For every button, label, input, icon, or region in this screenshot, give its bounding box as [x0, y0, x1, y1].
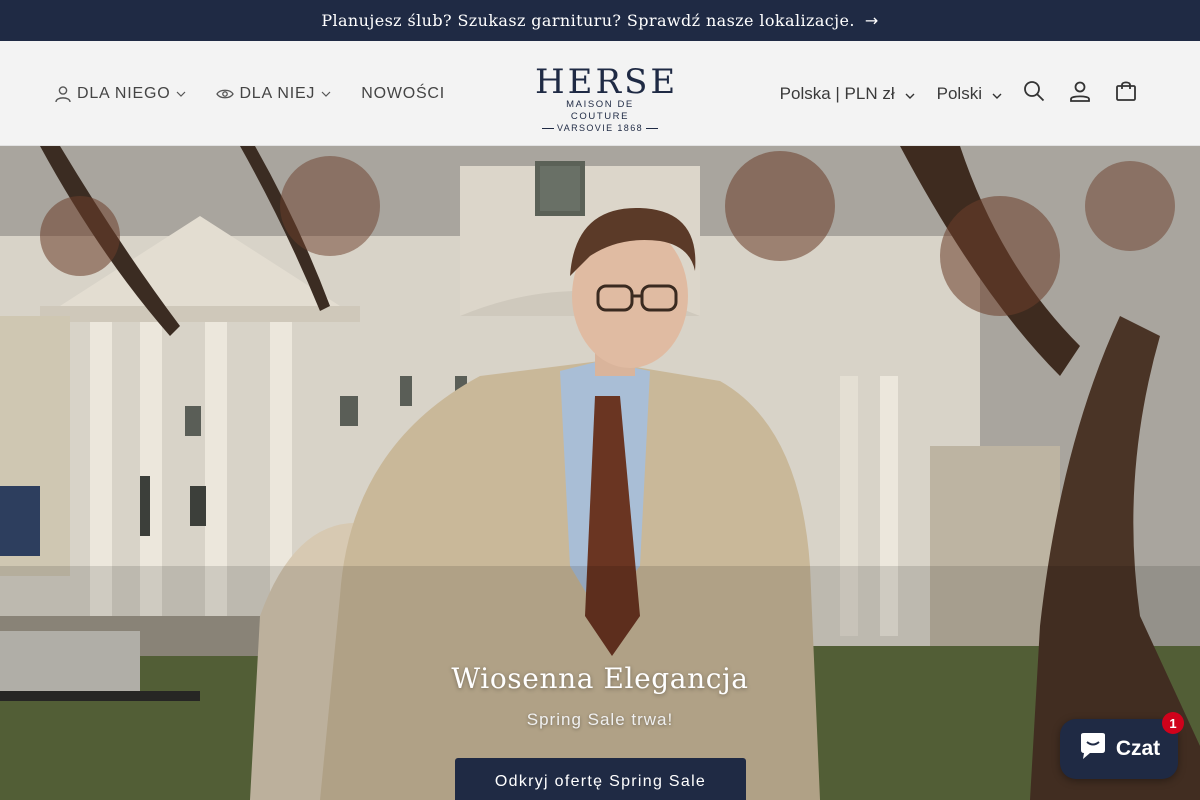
person-icon	[54, 85, 72, 103]
nav-label-dla-niego: DLA NIEGO	[77, 84, 171, 102]
announcement-bar[interactable]: Planujesz ślub? Szukasz garnituru? Spraw…	[0, 0, 1200, 41]
spring-sale-cta-button[interactable]: Odkryj ofertę Spring Sale	[455, 758, 746, 800]
arrow-right-icon: →	[864, 11, 879, 30]
chevron-down-icon	[992, 84, 1002, 104]
logo-line2-wrap: VARSOVIE 1868	[535, 123, 665, 134]
chat-label: Czat	[1115, 737, 1161, 760]
cart-bag-icon	[1115, 80, 1137, 107]
chat-bubble-icon	[1078, 732, 1108, 766]
logo-line2: VARSOVIE 1868	[556, 123, 644, 133]
nav-item-nowosci[interactable]: NOWOŚCI	[361, 85, 445, 103]
header-actions: Polska | PLN zł Polski	[780, 41, 1148, 146]
nav-item-dla-niego[interactable]: DLA NIEGO	[54, 85, 186, 103]
nav-item-dla-niej[interactable]: DLA NIEJ	[216, 85, 331, 103]
hero-banner: Wiosenna Elegancja Spring Sale trwa! Odk…	[0, 146, 1200, 800]
logo-rule	[541, 128, 554, 129]
chevron-down-icon	[905, 84, 915, 104]
hero-subtitle: Spring Sale trwa!	[526, 710, 674, 729]
cart-button[interactable]	[1104, 72, 1148, 116]
search-icon	[1023, 80, 1045, 107]
nav-label-dla-niej: DLA NIEJ	[239, 84, 316, 102]
language-selector[interactable]: Polski	[937, 84, 1002, 104]
chevron-down-icon	[321, 91, 331, 97]
account-button[interactable]	[1058, 72, 1102, 116]
site-header: DLA NIEGO DLA NIEJ NOWOŚCI HERSE MAISON …	[0, 41, 1200, 146]
eye-icon	[216, 87, 235, 101]
brand-logo[interactable]: HERSE MAISON DE COUTURE VARSOVIE 1868	[535, 62, 679, 133]
nav-label-nowosci: NOWOŚCI	[361, 84, 446, 102]
logo-line1: MAISON DE COUTURE	[566, 99, 634, 122]
announcement-text[interactable]: Planujesz ślub? Szukasz garnituru? Spraw…	[321, 11, 855, 30]
hero-title: Wiosenna Elegancja	[451, 662, 749, 695]
hero-background-image	[0, 146, 1200, 800]
logo-rule	[646, 128, 659, 129]
language-selector-label: Polski	[936, 83, 982, 103]
chevron-down-icon	[176, 91, 186, 97]
account-icon	[1069, 80, 1091, 107]
search-button[interactable]	[1012, 72, 1056, 116]
country-selector-label: Polska | PLN zł	[779, 83, 895, 103]
chat-notification-badge: 1	[1162, 712, 1184, 734]
main-nav: DLA NIEGO DLA NIEJ NOWOŚCI	[54, 41, 475, 146]
country-selector[interactable]: Polska | PLN zł	[780, 84, 915, 104]
chat-button[interactable]: Czat	[1060, 719, 1178, 779]
logo-brand: HERSE	[535, 62, 679, 102]
